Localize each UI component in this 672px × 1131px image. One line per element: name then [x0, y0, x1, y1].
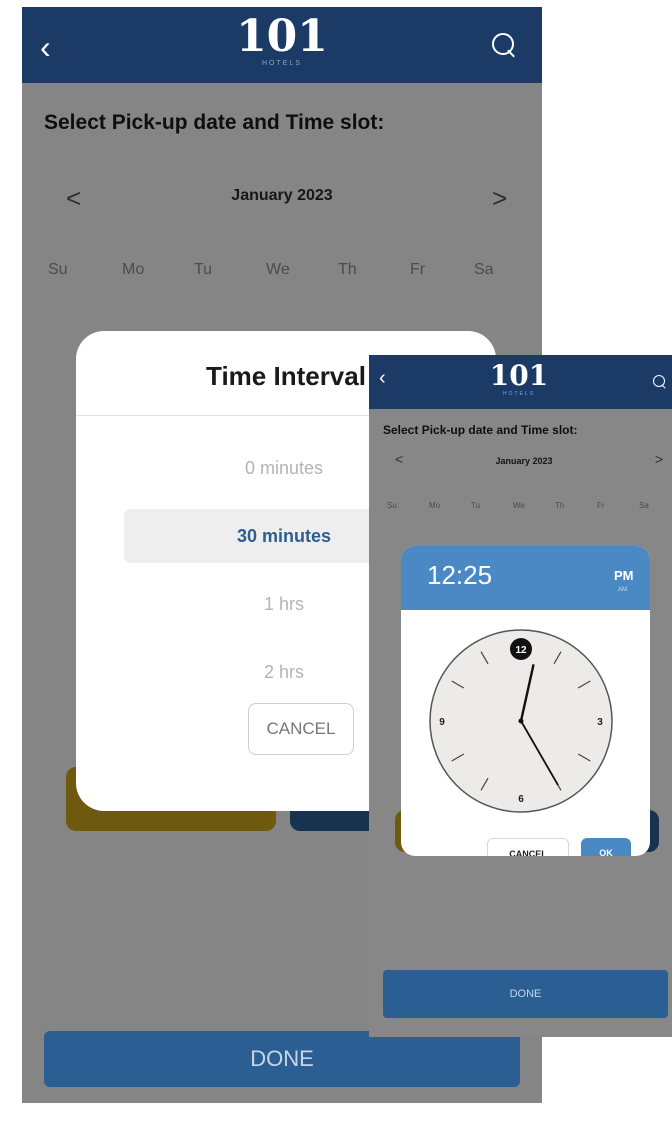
app-header: ‹ 101 HOTELS	[22, 7, 542, 83]
am-toggle[interactable]: AM	[618, 587, 627, 593]
hour-label-3[interactable]: 3	[597, 717, 603, 728]
ok-button[interactable]: OK	[581, 838, 631, 856]
hour-label-6[interactable]: 6	[518, 794, 524, 805]
time-picker-dialog: 12:25 PM AM 12 3 6 9 CANCEL OK	[401, 546, 650, 856]
pm-toggle[interactable]: PM	[614, 568, 634, 583]
cancel-button[interactable]: CANCEL	[248, 703, 354, 755]
clock-center	[518, 718, 524, 724]
logo-text: 101	[489, 359, 549, 392]
cancel-button[interactable]: CANCEL	[487, 838, 569, 856]
app-header: ‹ 101 HOTELS	[369, 355, 672, 409]
selected-time[interactable]: 12:25	[427, 560, 492, 591]
back-button[interactable]: ‹	[379, 367, 386, 390]
search-icon[interactable]	[653, 375, 665, 387]
logo: 101 HOTELS	[479, 359, 559, 398]
logo-text: 101	[236, 11, 328, 62]
time-picker-header: 12:25 PM AM	[401, 546, 650, 610]
hour-label-9[interactable]: 9	[439, 717, 445, 728]
logo: 101 HOTELS	[222, 15, 342, 69]
done-button[interactable]: DONE	[383, 970, 668, 1018]
clock-face[interactable]: 12 3 6 9	[428, 628, 614, 814]
hour-label-12[interactable]: 12	[515, 645, 527, 656]
search-icon[interactable]	[492, 33, 514, 55]
back-button[interactable]: ‹	[40, 29, 51, 66]
done-button[interactable]: DONE	[44, 1031, 520, 1087]
